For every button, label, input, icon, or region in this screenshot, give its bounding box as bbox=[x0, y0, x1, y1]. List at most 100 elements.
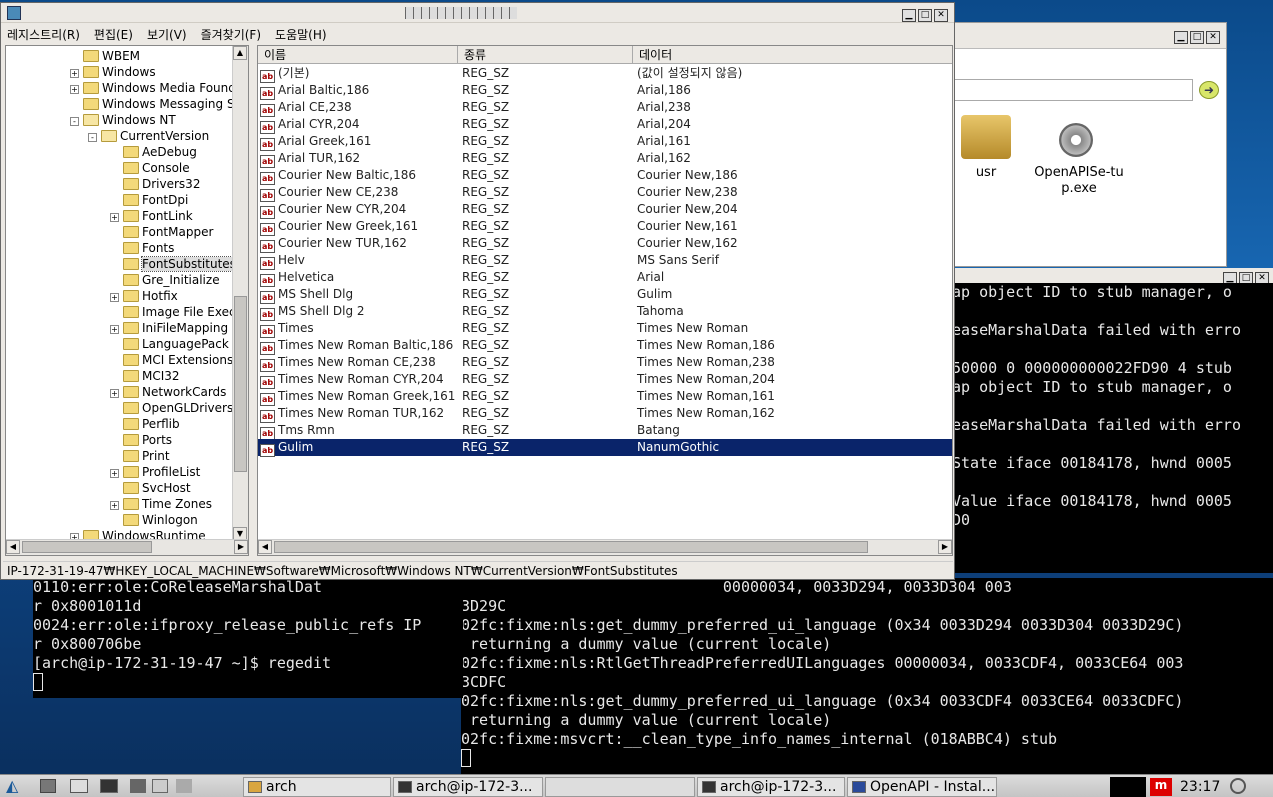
tree-node[interactable]: MCI32 bbox=[110, 368, 180, 384]
list-row[interactable]: ab Times New Roman CYR,204 REG_SZ Times New… bbox=[258, 371, 952, 389]
value-name[interactable]: ab Helvetica bbox=[260, 269, 334, 287]
minimize-icon[interactable]: ▁ bbox=[902, 9, 916, 22]
task-terminal-1[interactable]: arch@ip-172-3... bbox=[393, 777, 543, 797]
registry-tree[interactable]: WBEM + Windows + Windows Media Founda Windows… bbox=[5, 45, 249, 556]
tree-node-label[interactable]: WBEM bbox=[102, 49, 140, 63]
tree-node-label[interactable]: Perflib bbox=[142, 417, 180, 431]
list-row[interactable]: ab Helvetica REG_SZ Arial bbox=[258, 269, 952, 287]
column-type[interactable]: 종류 bbox=[458, 46, 633, 64]
collapse-icon[interactable]: - bbox=[88, 133, 97, 142]
tree-node-label[interactable]: FontDpi bbox=[142, 193, 188, 207]
scroll-thumb[interactable] bbox=[274, 541, 868, 553]
tree-node[interactable]: + IniFileMapping bbox=[110, 320, 228, 336]
file-item-label[interactable]: usr bbox=[963, 165, 1009, 180]
task-openapi[interactable]: OpenAPI - Instal... bbox=[847, 777, 997, 797]
list-row[interactable]: ab Arial CYR,204 REG_SZ Arial,204 bbox=[258, 116, 952, 134]
tree-node-label[interactable]: ProfileList bbox=[142, 465, 200, 479]
expand-icon[interactable]: + bbox=[110, 293, 119, 302]
value-name[interactable]: ab Times New Roman CYR,204 bbox=[260, 371, 444, 389]
list-row[interactable]: ab Courier New Baltic,186 REG_SZ Courier Ne… bbox=[258, 167, 952, 185]
expand-icon[interactable]: + bbox=[70, 85, 79, 94]
value-name[interactable]: ab Times New Roman TUR,162 bbox=[260, 405, 444, 423]
expand-icon[interactable]: + bbox=[110, 213, 119, 222]
tree-node-label[interactable]: Image File Execu bbox=[142, 305, 243, 319]
value-name[interactable]: ab Times New Roman CE,238 bbox=[260, 354, 436, 372]
value-name[interactable]: ab (기본) bbox=[260, 65, 309, 83]
tree-node[interactable]: - Windows NT bbox=[70, 112, 176, 128]
tree-hscroll[interactable]: ◀ ▶ bbox=[6, 539, 248, 555]
tree-node-label[interactable]: Console bbox=[142, 161, 190, 175]
terminal-bottom[interactable]: 00000034, 0033D294, 0033D304 003 3D29C 02f… bbox=[461, 578, 1273, 774]
tree-node[interactable]: WBEM bbox=[70, 48, 140, 64]
tree-node-label[interactable]: FontMapper bbox=[142, 225, 213, 239]
tree-node[interactable]: + Windows bbox=[70, 64, 156, 80]
maximize-icon[interactable]: □ bbox=[918, 9, 932, 22]
tree-node-label[interactable]: Windows Messaging Su bbox=[102, 97, 242, 111]
value-name[interactable]: ab Times New Roman Baltic,186 bbox=[260, 337, 453, 355]
list-row[interactable]: ab Courier New TUR,162 REG_SZ Courier New,1… bbox=[258, 235, 952, 253]
tree-node-label[interactable]: NetworkCards bbox=[142, 385, 226, 399]
list-row[interactable]: ab Times REG_SZ Times New Roman bbox=[258, 320, 952, 338]
minimize-icon[interactable]: ▁ bbox=[1174, 31, 1188, 44]
tree-node[interactable]: OpenGLDrivers bbox=[110, 400, 233, 416]
terminal-prompt-line[interactable] bbox=[461, 749, 1273, 768]
tree-node[interactable]: Winlogon bbox=[110, 512, 198, 528]
terminal-launch-icon[interactable] bbox=[100, 779, 118, 793]
tree-node-label[interactable]: Time Zones bbox=[142, 497, 212, 511]
scroll-left-icon[interactable]: ◀ bbox=[258, 540, 272, 554]
tree-node-label[interactable]: Windows Media Founda bbox=[102, 81, 243, 95]
menu-favorites[interactable]: 즐겨찾기(F) bbox=[201, 26, 261, 43]
menu-help[interactable]: 도움말(H) bbox=[275, 26, 327, 43]
lock-icon[interactable] bbox=[130, 779, 146, 793]
value-name[interactable]: ab Courier New CE,238 bbox=[260, 184, 398, 202]
tree-node-label[interactable]: CurrentVersion bbox=[120, 129, 209, 143]
scroll-right-icon[interactable]: ▶ bbox=[938, 540, 952, 554]
close-icon[interactable]: ✕ bbox=[934, 9, 948, 22]
terminal-prompt-line[interactable] bbox=[33, 673, 463, 692]
value-name[interactable]: ab MS Shell Dlg bbox=[260, 286, 353, 304]
tree-node[interactable]: FontSubstitutes bbox=[110, 256, 237, 272]
value-name[interactable]: ab Gulim bbox=[260, 439, 313, 457]
expand-icon[interactable]: + bbox=[110, 469, 119, 478]
tree-node[interactable]: + FontLink bbox=[110, 208, 193, 224]
task-arch[interactable]: arch bbox=[243, 777, 391, 797]
list-row[interactable]: ab Gulim REG_SZ NanumGothic bbox=[258, 439, 952, 457]
menu-view[interactable]: 보기(V) bbox=[147, 26, 187, 43]
list-row[interactable]: ab MS Shell Dlg REG_SZ Gulim bbox=[258, 286, 952, 304]
tree-node-label[interactable]: OpenGLDrivers bbox=[142, 401, 233, 415]
tree-node-label[interactable]: Print bbox=[142, 449, 170, 463]
tree-node[interactable]: LanguagePack bbox=[110, 336, 229, 352]
tree-node-label[interactable]: Hotfix bbox=[142, 289, 178, 303]
column-data[interactable]: 데이터 bbox=[633, 46, 952, 64]
tree-node-label[interactable]: AeDebug bbox=[142, 145, 197, 159]
value-name[interactable]: ab MS Shell Dlg 2 bbox=[260, 303, 365, 321]
tree-node-label[interactable]: LanguagePack bbox=[142, 337, 229, 351]
values-list[interactable]: 이름 종류 데이터 ab (기본) REG_SZ (값이 설정되지 않음) ab Aria… bbox=[257, 45, 953, 556]
scroll-up-icon[interactable]: ▲ bbox=[233, 46, 247, 60]
tree-node[interactable]: Image File Execu bbox=[110, 304, 243, 320]
value-name[interactable]: ab Courier New Greek,161 bbox=[260, 218, 418, 236]
column-name[interactable]: 이름 bbox=[258, 46, 458, 64]
expand-icon[interactable]: + bbox=[70, 69, 79, 78]
list-row[interactable]: ab Courier New CE,238 REG_SZ Courier New,23… bbox=[258, 184, 952, 202]
value-name[interactable]: ab Arial Greek,161 bbox=[260, 133, 371, 151]
list-row[interactable]: ab Courier New CYR,204 REG_SZ Courier New,2… bbox=[258, 201, 952, 219]
tree-node[interactable]: Gre_Initialize bbox=[110, 272, 220, 288]
tree-node-label[interactable]: Gre_Initialize bbox=[142, 273, 220, 287]
list-row[interactable]: ab Courier New Greek,161 REG_SZ Courier New… bbox=[258, 218, 952, 236]
tree-node-label[interactable]: Winlogon bbox=[142, 513, 198, 527]
tree-node[interactable]: + Windows Media Founda bbox=[70, 80, 243, 96]
list-row[interactable]: ab Helv REG_SZ MS Sans Serif bbox=[258, 252, 952, 270]
value-name[interactable]: ab Tms Rmn bbox=[260, 422, 335, 440]
tree-node-label[interactable]: IniFileMapping bbox=[142, 321, 228, 335]
input-method-icon[interactable]: m bbox=[1150, 778, 1172, 796]
value-name[interactable]: ab Courier New CYR,204 bbox=[260, 201, 406, 219]
scroll-left-icon[interactable]: ◀ bbox=[6, 540, 20, 554]
tree-node[interactable]: Fonts bbox=[110, 240, 174, 256]
app-icon[interactable] bbox=[176, 779, 192, 793]
scroll-right-icon[interactable]: ▶ bbox=[234, 540, 248, 554]
tree-node[interactable]: Windows Messaging Su bbox=[70, 96, 242, 112]
close-icon[interactable]: ✕ bbox=[1206, 31, 1220, 44]
tree-node[interactable]: + Time Zones bbox=[110, 496, 212, 512]
tree-node-label[interactable]: Ports bbox=[142, 433, 172, 447]
